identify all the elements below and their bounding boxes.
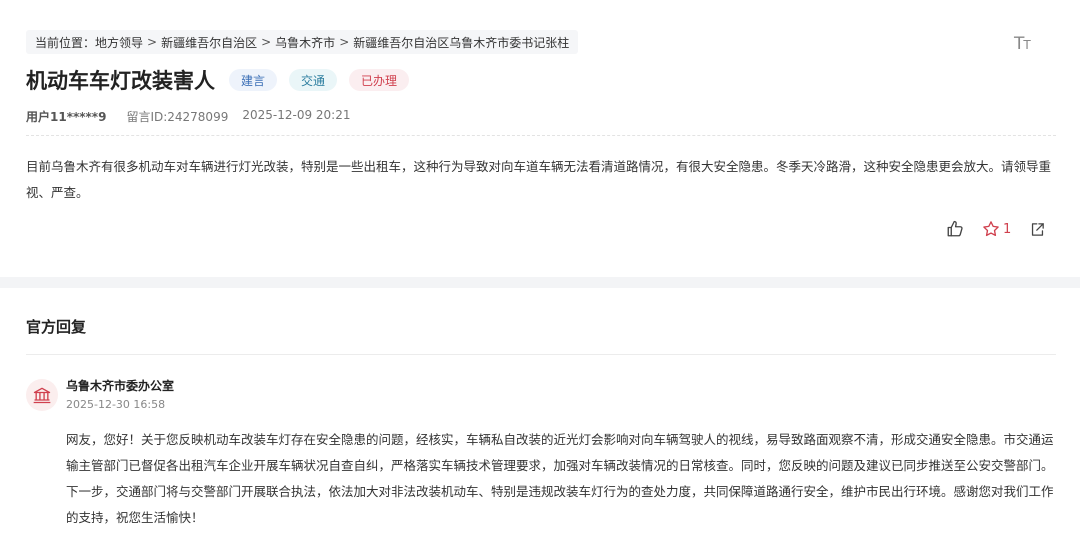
- breadcrumb-item-leaders[interactable]: 地方领导: [95, 34, 143, 51]
- post-datetime: 2025-12-09 20:21: [242, 108, 351, 122]
- title-row: 机动车车灯改装害人 建言 交通 已办理: [26, 66, 410, 94]
- post-meta: 用户11*****9 留言ID:24278099 2025-12-09 20:2…: [26, 108, 350, 125]
- avatar: [26, 379, 58, 411]
- favorite-button[interactable]: 1: [982, 220, 1011, 238]
- post-card: 当前位置： 地方领导 > 新疆维吾尔自治区 > 乌鲁木齐市 > 新疆维吾尔自治区…: [0, 0, 1080, 277]
- post-user: 用户11*****9: [26, 110, 107, 124]
- post-actions: 1: [946, 220, 1046, 238]
- tag-traffic: 交通: [289, 69, 338, 91]
- divider: [26, 354, 1056, 355]
- message-id: 留言ID:24278099: [126, 110, 229, 124]
- reply-datetime: 2025-12-30 16:58: [66, 398, 166, 411]
- page-title: 机动车车灯改装害人: [26, 69, 215, 93]
- government-building-icon: [33, 387, 51, 404]
- breadcrumb-separator: >: [147, 35, 158, 49]
- breadcrumb-separator: >: [339, 35, 350, 49]
- like-button[interactable]: [946, 220, 964, 238]
- font-size-icon[interactable]: TT: [1014, 34, 1031, 54]
- thumb-up-icon: [947, 220, 963, 237]
- star-icon: [983, 221, 999, 237]
- tag-suggestion: 建言: [229, 69, 278, 91]
- reply-org-name: 乌鲁木齐市委办公室: [66, 379, 175, 393]
- breadcrumb-item-leader[interactable]: 新疆维吾尔自治区乌鲁木齐市委书记张柱: [353, 34, 569, 51]
- breadcrumb-item-region[interactable]: 新疆维吾尔自治区: [161, 34, 257, 51]
- reply-content: 网友，您好！关于您反映机动车改装车灯存在安全隐患的问题，经核实，车辆私自改装的近…: [66, 432, 1054, 525]
- divider: [26, 135, 1056, 136]
- share-icon: [1032, 222, 1045, 236]
- breadcrumb-prefix: 当前位置：: [35, 35, 96, 50]
- breadcrumb-separator: >: [261, 35, 272, 49]
- post-content: 目前乌鲁木齐有很多机动车对车辆进行灯光改装，特别是一些出租车，这种行为导致对向车…: [26, 159, 1052, 200]
- status-badge: 已办理: [349, 69, 410, 91]
- favorite-count: 1: [1003, 221, 1012, 237]
- share-button[interactable]: [1029, 221, 1046, 238]
- reply-section-title: 官方回复: [26, 318, 87, 336]
- breadcrumb-item-city[interactable]: 乌鲁木齐市: [275, 34, 335, 51]
- breadcrumb: 当前位置： 地方领导 > 新疆维吾尔自治区 > 乌鲁木齐市 > 新疆维吾尔自治区…: [26, 30, 579, 54]
